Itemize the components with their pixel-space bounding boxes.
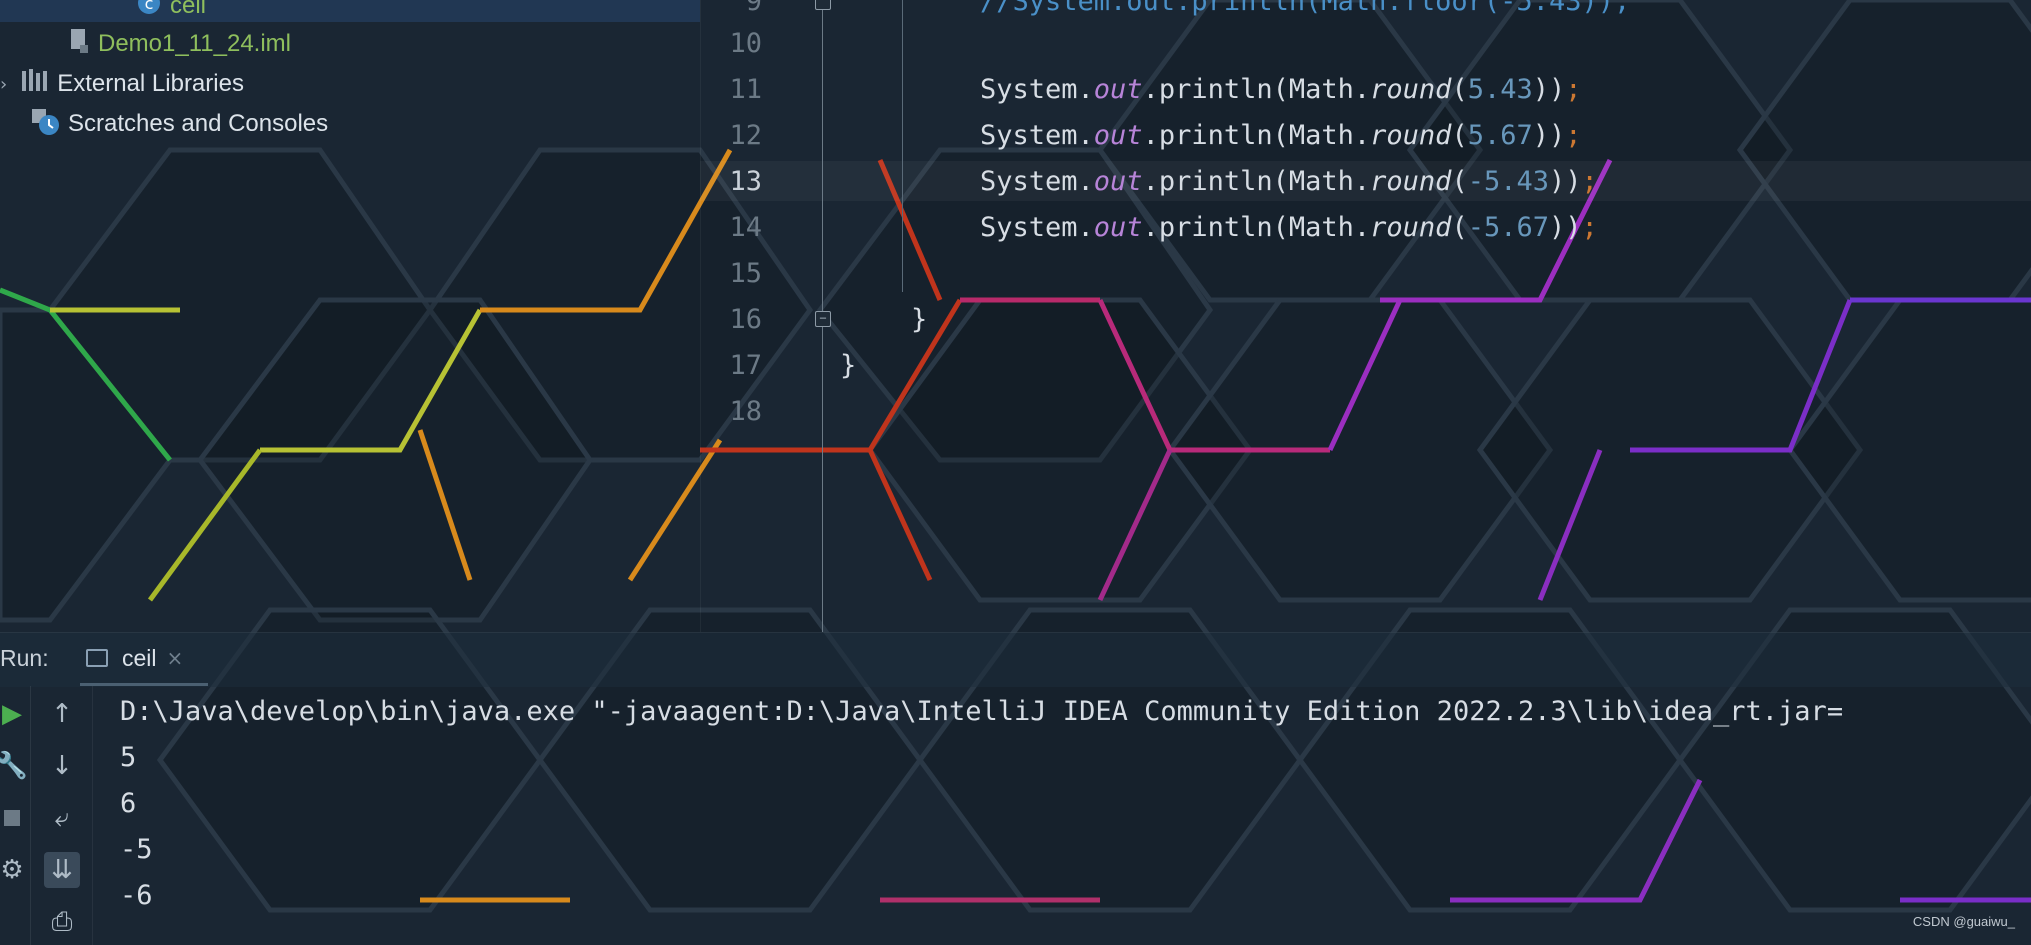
run-tool-window-header: Run: ceil × [0,632,2031,687]
token-number: -5.67 [1467,212,1549,243]
chevron-right-icon: › [0,73,8,95]
line-number: 16 [729,304,762,335]
token: )) [1548,166,1582,197]
run-tab-ceil[interactable]: ceil × [80,633,208,686]
token: .println(Math. [1142,120,1371,151]
token: round [1370,120,1452,151]
line-number-current: 13 [729,166,762,197]
print-icon[interactable]: ⎙ [44,904,80,940]
console-line: -6 [120,880,153,911]
scratches-icon [30,106,60,143]
module-file-icon [68,28,90,61]
token: )) [1532,120,1566,151]
tree-item-label: External Libraries [57,70,244,97]
token: round [1370,212,1452,243]
token: .println(Math. [1142,74,1371,105]
token: System. [980,212,1094,243]
token: out [1093,120,1143,151]
line-number: 17 [729,350,762,381]
console-line-command: D:\Java\develop\bin\java.exe "-javaagent… [120,696,1844,727]
fold-marker[interactable]: − [815,311,831,327]
code-line-12: System.out.println(Math.round(5.67)); [980,120,1582,151]
up-arrow-icon[interactable]: ↑ [44,696,80,732]
token: System. [980,120,1094,151]
closing-brace: } [911,304,928,335]
token-number: -5.43 [1467,166,1549,197]
line-number: 15 [729,258,762,289]
tree-item-external-libraries[interactable]: › External Libraries [0,66,244,102]
console-line: 6 [120,788,137,819]
line-number: 12 [729,120,762,151]
token: )) [1548,212,1582,243]
token: round [1370,166,1452,197]
indent-guide [902,0,903,292]
svg-text:c: c [145,0,154,13]
console-line: -5 [120,834,153,865]
tree-item-ceil[interactable]: c ceil [136,0,206,24]
token-number: 5.67 [1467,120,1533,151]
wrench-icon[interactable]: 🔧 [0,748,30,784]
line-number: 11 [729,74,762,105]
console-line: 5 [120,742,137,773]
token: .println(Math. [1142,212,1371,243]
fold-marker[interactable] [815,0,831,10]
token: ; [1565,120,1582,151]
tree-item-label: Scratches and Consoles [68,110,329,137]
tree-item-iml[interactable]: Demo1_11_24.iml [68,26,291,62]
soft-wrap-icon[interactable]: ⤶ [44,800,80,836]
watermark: CSDN @guaiwu_ [1912,914,2015,929]
class-icon: c [136,0,162,23]
selected-tree-row-highlight [0,0,700,22]
token: System. [980,74,1094,105]
code-line-11: System.out.println(Math.round(5.43)); [980,74,1582,105]
token: ; [1581,212,1598,243]
code-line-14: System.out.println(Math.round(-5.67)); [980,212,1598,243]
token: .println(Math. [1142,166,1371,197]
tree-item-label: ceil [170,0,207,19]
stop-icon[interactable] [0,800,30,836]
line-number: 18 [729,396,762,427]
close-icon[interactable]: × [167,646,184,670]
token-number: 5.43 [1467,74,1533,105]
token: ; [1565,74,1582,105]
tree-item-scratches[interactable]: Scratches and Consoles [30,106,328,142]
token: System. [980,166,1094,197]
down-arrow-icon[interactable]: ↓ [44,748,80,784]
token: round [1370,74,1452,105]
token: )) [1532,74,1566,105]
line-number: 14 [729,212,762,243]
run-toolbar-primary: ▶ 🔧 ⚙ [0,686,31,945]
run-toolbar-secondary: ↑ ↓ ⤶ ⇊ ⎙ [32,686,93,945]
console-icon [86,649,108,667]
console-output[interactable]: D:\Java\develop\bin\java.exe "-javaagent… [96,686,2031,945]
libraries-icon [21,68,49,101]
code-editor[interactable]: − 9 10 11 12 13 14 15 16 17 18 //System.… [700,0,2031,632]
run-label: Run: [0,645,49,671]
line-number: 9 [745,0,762,17]
token: out [1093,212,1143,243]
project-tool-window: c ceil Demo1_11_24.iml › External Librar… [0,0,701,632]
rerun-icon[interactable]: ▶ [0,696,30,732]
line-number: 10 [729,28,762,59]
closing-brace: } [840,350,857,381]
tree-item-label: Demo1_11_24.iml [98,30,291,57]
token: out [1093,166,1143,197]
code-line-13: System.out.println(Math.round(-5.43)); [980,166,1598,197]
scroll-to-end-icon[interactable]: ⇊ [44,852,80,888]
run-tab-label: ceil [122,644,157,671]
token: ; [1581,166,1598,197]
token: out [1093,74,1143,105]
code-comment: //System.out.println(Math.floor(-5.43)); [980,0,1631,17]
settings-icon[interactable]: ⚙ [0,852,30,888]
